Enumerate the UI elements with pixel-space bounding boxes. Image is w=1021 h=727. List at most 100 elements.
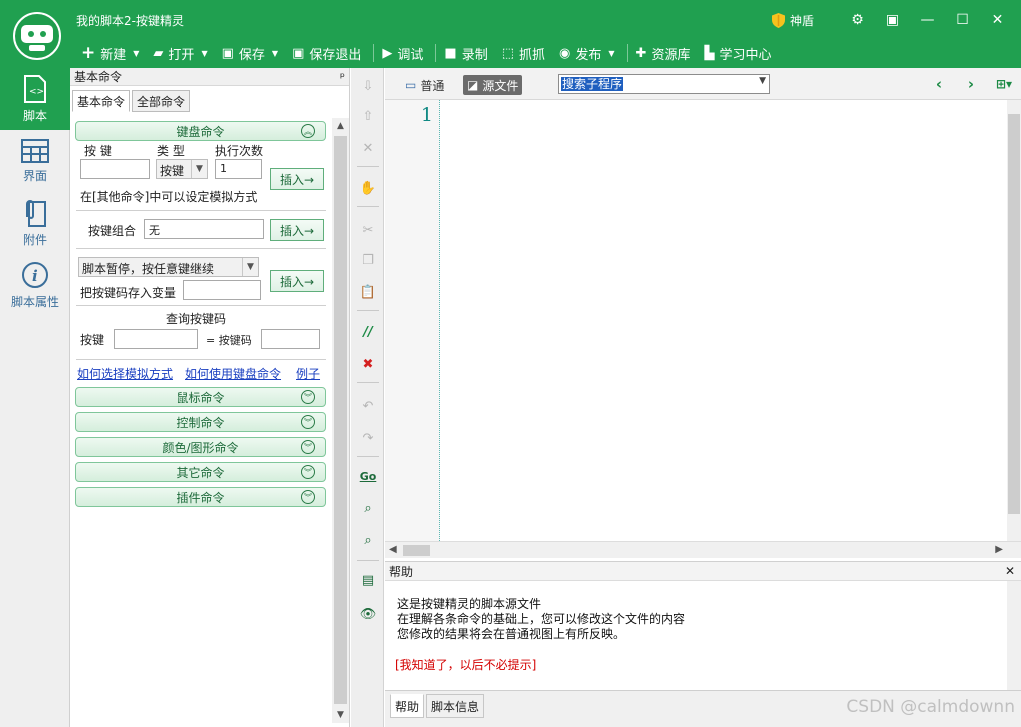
nav-item-attachment[interactable]: 附件 (0, 192, 70, 254)
chevron-down-icon[interactable]: ▼ (759, 76, 766, 86)
save-var-input[interactable] (183, 280, 261, 300)
close-icon[interactable]: ✕ (980, 6, 1015, 34)
scroll-left-icon[interactable]: ◀ (389, 542, 397, 558)
dismiss-help-link[interactable]: [我知道了，以后不必提示] (395, 656, 536, 673)
toolbar-learning-button[interactable]: ▙ 学习中心 (699, 41, 780, 65)
toolbar-save-exit-label: 保存退出 (309, 47, 362, 63)
minimize-icon[interactable]: — (910, 6, 945, 34)
redo-icon[interactable]: ↷ (358, 428, 378, 448)
prev-icon[interactable]: ‹ (929, 74, 949, 94)
maximize-icon[interactable]: ☐ (945, 6, 980, 34)
toolbar-record-button[interactable]: ■ 录制 (439, 41, 496, 65)
variable-icon[interactable]: ▤ (358, 570, 378, 590)
tab-all-commands[interactable]: 全部命令 (132, 90, 191, 112)
delete-icon[interactable]: ✕ (358, 138, 378, 158)
link-keyboard-usage[interactable]: 如何使用键盘命令 (185, 365, 281, 382)
query-code-input[interactable] (261, 329, 320, 349)
skin-icon[interactable]: ▣ (875, 6, 910, 34)
pause-select[interactable]: 脚本暂停，按任意键继续 ▼ (78, 257, 259, 277)
nav-item-interface[interactable]: 界面 (0, 130, 70, 192)
dropdown-arrow-icon[interactable]: ▼ (133, 49, 139, 58)
layout-icon[interactable]: ⊞▾ (991, 74, 1017, 94)
tab-basic-commands[interactable]: 基本命令 (72, 90, 131, 112)
chevron-down-icon[interactable]: ▼ (191, 160, 207, 178)
insert-pause-button[interactable]: 插入→ (270, 270, 324, 292)
keyboard-commands-section[interactable]: 键盘命令 ︽ (75, 121, 326, 141)
help-panel-body: 这是按键精灵的脚本源文件 在理解各条命令的基础上，您可以修改这个文件的内容 您修… (385, 581, 1021, 690)
paste-icon[interactable]: 📋 (358, 282, 378, 302)
type-select[interactable]: 按键 ▼ (156, 159, 208, 179)
toolbar-new-label: 新建 (100, 47, 127, 63)
scrollbar-thumb[interactable] (1008, 114, 1020, 514)
move-up-icon[interactable]: ⇧ (358, 106, 378, 126)
replace-icon[interactable]: ⌕ (358, 530, 378, 550)
plugin-commands-section[interactable]: 插件命令 ︾ (75, 487, 326, 507)
divider (76, 248, 326, 249)
app-logo-icon (12, 12, 62, 60)
shield-button[interactable]: 神盾 (772, 12, 814, 29)
scrollbar-thumb[interactable] (334, 136, 347, 704)
insert-key-button[interactable]: 插入→ (270, 168, 324, 190)
query-key-input[interactable] (114, 329, 198, 349)
next-icon[interactable]: › (961, 74, 981, 94)
scroll-down-icon[interactable]: ▼ (332, 707, 349, 723)
dropdown-arrow-icon[interactable]: ▼ (272, 49, 278, 58)
comment-icon[interactable]: // (358, 322, 378, 342)
hand-icon[interactable]: ✋ (358, 178, 378, 198)
nav-item-script-properties[interactable]: i 脚本属性 (0, 254, 70, 316)
expand-icon: ︾ (301, 390, 315, 404)
nav-label: 脚本属性 (10, 294, 59, 309)
toolbar-debug-button[interactable]: ▶ 调试 (377, 41, 432, 65)
paperclip-icon (26, 199, 46, 227)
tab-help[interactable]: 帮助 (390, 694, 425, 718)
undo-icon[interactable]: ↶ (358, 396, 378, 416)
control-commands-section[interactable]: 控制命令 ︾ (75, 412, 326, 432)
copy-icon[interactable]: ❐ (358, 250, 378, 270)
nav-item-script[interactable]: <> 脚本 (0, 68, 70, 130)
count-label: 执行次数 (215, 144, 264, 158)
subroutine-search-select[interactable]: 搜索子程序 ▼ (558, 74, 770, 94)
other-commands-section[interactable]: 其它命令 ︾ (75, 462, 326, 482)
preview-icon[interactable]: 👁 (358, 604, 378, 624)
cut-icon[interactable]: ✂ (358, 220, 378, 240)
settings-icon[interactable]: ⚙ (840, 6, 875, 34)
move-down-icon[interactable]: ⇩ (358, 76, 378, 96)
type-select-value: 按键 (160, 164, 185, 178)
command-panel-scrollbar[interactable]: ▲ ▼ (332, 118, 349, 723)
dropdown-arrow-icon[interactable]: ▼ (201, 49, 207, 58)
toolbar-capture-button[interactable]: ⬚ 抓抓 (497, 41, 554, 65)
link-sim-method[interactable]: 如何选择模拟方式 (77, 365, 173, 382)
scroll-up-icon[interactable]: ▲ (332, 118, 349, 134)
insert-combo-button[interactable]: 插入→ (270, 219, 324, 241)
toolbar-debug-label: 调试 (397, 47, 424, 63)
uncomment-icon[interactable]: ✖ (358, 354, 378, 374)
tab-script-info[interactable]: 脚本信息 (426, 694, 485, 718)
toolbar-save-button[interactable]: ▣ 保存 ▼ (217, 41, 287, 65)
toolbar-resource-button[interactable]: ✚ 资源库 (631, 41, 700, 65)
chevron-down-icon[interactable]: ▼ (242, 258, 258, 276)
code-editor[interactable]: 1 (385, 100, 1021, 541)
toolbar-save-exit-button[interactable]: ▣ 保存退出 (287, 41, 370, 65)
key-input[interactable] (80, 159, 150, 179)
count-input[interactable]: 1 (215, 159, 262, 179)
combo-input[interactable]: 无 (144, 219, 264, 239)
pin-icon[interactable]: ᵖ (340, 70, 345, 84)
tab-normal-view[interactable]: ▭ 普通 (401, 75, 448, 95)
toolbar-new-button[interactable]: + 新建 ▼ (76, 41, 148, 65)
help-scrollbar[interactable] (1007, 581, 1021, 690)
goto-icon[interactable]: Go (358, 466, 378, 486)
scrollbar-thumb[interactable] (403, 545, 430, 556)
toolbar-open-button[interactable]: ▰ 打开 ▼ (148, 41, 216, 65)
tab-source-view[interactable]: ◪ 源文件 (463, 75, 523, 95)
close-icon[interactable]: ✕ (1005, 564, 1015, 578)
color-graphics-commands-section[interactable]: 颜色/图形命令 ︾ (75, 437, 326, 457)
editor-vertical-scrollbar[interactable] (1007, 100, 1021, 541)
left-navigation: <> 脚本 界面 附件 i 脚本属性 (0, 68, 70, 727)
toolbar-publish-button[interactable]: ◉ 发布 ▼ (554, 41, 624, 65)
link-example[interactable]: 例子 (296, 365, 320, 382)
find-icon[interactable]: ⌕ (358, 498, 378, 518)
editor-horizontal-scrollbar[interactable]: ◀ ▶ (385, 541, 1021, 558)
dropdown-arrow-icon[interactable]: ▼ (608, 49, 614, 58)
mouse-commands-section[interactable]: 鼠标命令 ︾ (75, 387, 326, 407)
scroll-right-icon[interactable]: ▶ (995, 542, 1003, 558)
